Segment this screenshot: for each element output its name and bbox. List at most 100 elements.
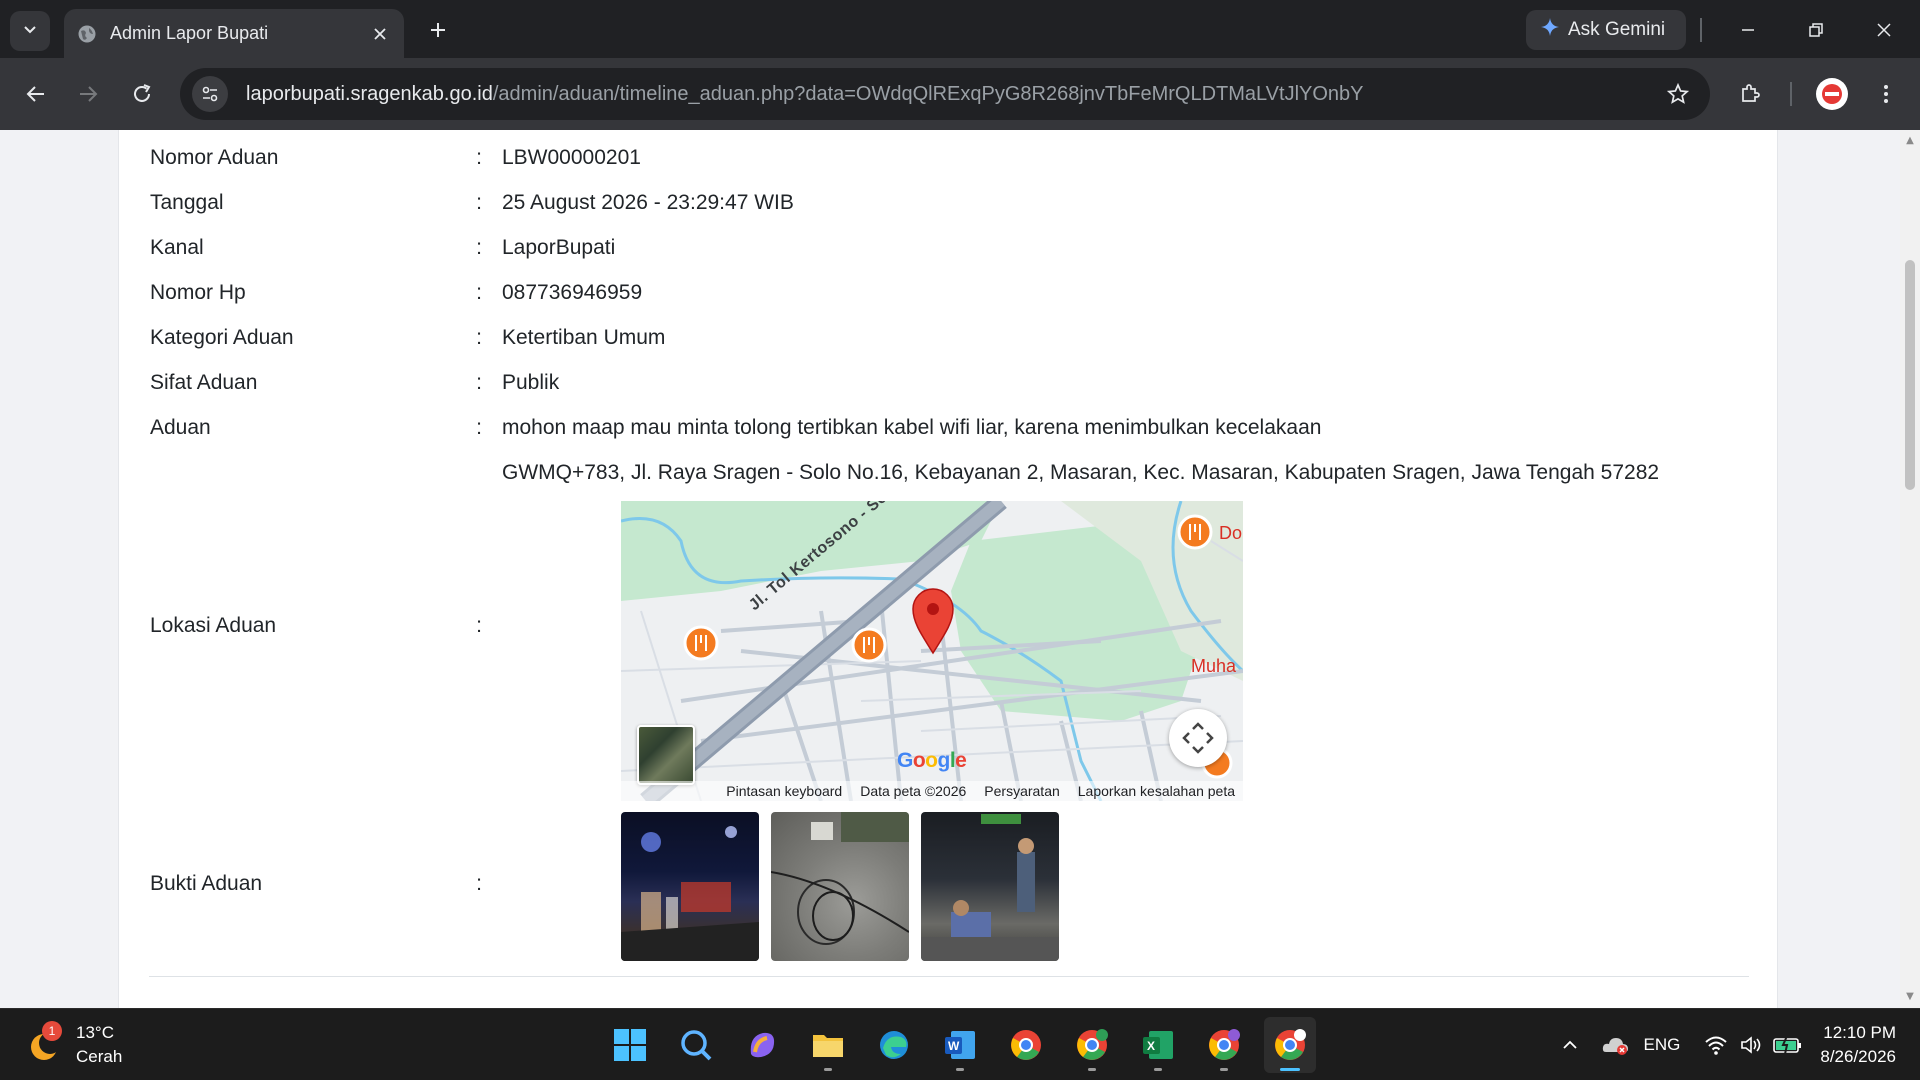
copilot-button[interactable] [736, 1017, 788, 1073]
close-tab-icon[interactable] [366, 20, 394, 48]
detail-value: 087736946959 [502, 281, 643, 304]
satellite-toggle-button[interactable] [637, 725, 695, 785]
active-indicator [1280, 1068, 1300, 1071]
chrome-profile-button[interactable] [1066, 1017, 1118, 1073]
minimize-button[interactable] [1720, 10, 1776, 50]
separator [1790, 82, 1792, 106]
arrow-left-icon [26, 86, 44, 102]
chrome-profile-button[interactable] [1198, 1017, 1250, 1073]
detail-label: Lokasi Aduan [150, 614, 277, 637]
detail-label: Aduan [150, 416, 211, 439]
weather-temperature: 13°C [76, 1023, 114, 1042]
onedrive-icon[interactable] [1598, 1027, 1634, 1063]
restore-icon [1809, 23, 1823, 37]
file-explorer-button[interactable] [802, 1017, 854, 1073]
evidence-photo[interactable] [921, 812, 1059, 961]
avatar-icon [1822, 84, 1842, 104]
chevron-up-icon [1562, 1040, 1577, 1049]
system-clock[interactable]: 12:10 PM 8/26/2026 [1820, 1021, 1896, 1069]
map-camera-control-button[interactable] [1169, 709, 1227, 767]
wifi-icon[interactable] [1698, 1027, 1734, 1063]
map-poi-label: Do [1219, 523, 1243, 543]
detail-value: LBW00000201 [502, 146, 641, 169]
svg-text:W: W [948, 1039, 960, 1053]
report-map-error-link[interactable]: Laporkan kesalahan peta [1078, 783, 1235, 799]
evidence-photo[interactable] [771, 812, 909, 961]
battery-icon[interactable] [1770, 1027, 1806, 1063]
url-path: /admin/aduan/timeline_aduan.php?data=OWd… [492, 82, 1364, 105]
detail-value: Publik [502, 371, 560, 394]
google-logo: Google [897, 749, 967, 772]
weather-widget[interactable]: 1 13°C Cerah [28, 1021, 122, 1069]
ask-gemini-label: Ask Gemini [1568, 19, 1666, 40]
system-tray: ENG 12:10 PM 8/26/2026 [1552, 1009, 1920, 1080]
search-button[interactable] [670, 1017, 722, 1073]
detail-label: Bukti Aduan [150, 872, 263, 895]
clock-date: 8/26/2026 [1820, 1047, 1896, 1066]
svg-text:X: X [1147, 1039, 1155, 1053]
close-window-button[interactable] [1856, 10, 1912, 50]
clock-time: 12:10 PM [1823, 1023, 1896, 1042]
address-bar[interactable]: laporbupati.sragenkab.go.id/admin/aduan/… [180, 68, 1710, 120]
detail-colon: : [476, 326, 482, 349]
detail-colon: : [476, 371, 482, 394]
site-info-icon[interactable] [192, 76, 228, 112]
volume-icon[interactable] [1734, 1027, 1770, 1063]
scrollbar-thumb[interactable] [1905, 260, 1915, 490]
bookmark-star-icon[interactable] [1658, 74, 1698, 114]
restaurant-marker [851, 627, 887, 663]
minimize-icon [1742, 29, 1754, 31]
chrome-menu-button[interactable] [1866, 74, 1906, 114]
chrome-profile-icon [1209, 1029, 1240, 1060]
ask-gemini-button[interactable]: Ask Gemini [1526, 10, 1686, 50]
evidence-photo-cables [771, 812, 909, 945]
profile-avatar[interactable] [1816, 78, 1848, 110]
running-indicator [824, 1068, 832, 1071]
running-indicator [956, 1068, 964, 1071]
search-icon [681, 1030, 712, 1061]
terms-link[interactable]: Persyaratan [984, 783, 1059, 799]
keyboard-shortcuts-link[interactable]: Pintasan keyboard [726, 783, 842, 799]
reload-button[interactable] [122, 74, 162, 114]
start-button[interactable] [604, 1017, 656, 1073]
separator [1700, 18, 1702, 42]
url-host: laporbupati.sragenkab.go.id [246, 82, 493, 105]
new-tab-button[interactable] [422, 14, 454, 46]
folder-icon [813, 1035, 843, 1057]
detail-label: Kanal [150, 236, 204, 259]
tab-search-button[interactable] [10, 11, 50, 51]
url-text[interactable]: laporbupati.sragenkab.go.id/admin/aduan/… [246, 83, 1658, 106]
section-divider [149, 976, 1749, 977]
excel-button[interactable]: X [1132, 1017, 1184, 1073]
windows-logo-icon [614, 1029, 646, 1061]
word-button[interactable]: W [934, 1017, 986, 1073]
restore-button[interactable] [1788, 10, 1844, 50]
location-map[interactable]: Jl. Tol Kertosono - Solo Do Muha Google … [621, 501, 1243, 801]
show-hidden-icons-button[interactable] [1552, 1027, 1588, 1063]
active-tab[interactable]: Admin Lapor Bupati [64, 9, 404, 58]
detail-colon: : [476, 416, 482, 439]
evidence-photo[interactable] [621, 812, 759, 961]
forward-button[interactable] [68, 74, 108, 114]
detail-colon: : [476, 146, 482, 169]
page-scrollbar[interactable]: ▲ ▼ [1900, 130, 1920, 1008]
browser-tab-bar: Admin Lapor Bupati Ask Gemini [0, 0, 1920, 58]
running-indicator [1220, 1068, 1228, 1071]
detail-colon: : [476, 191, 482, 214]
chrome-icon [1275, 1029, 1306, 1060]
copilot-icon [750, 1032, 775, 1058]
puzzle-icon [1742, 84, 1760, 102]
chrome-button[interactable] [1000, 1017, 1052, 1073]
edge-icon [880, 1031, 908, 1059]
edge-button[interactable] [868, 1017, 920, 1073]
scroll-up-arrow-icon[interactable]: ▲ [1904, 136, 1916, 146]
scroll-down-arrow-icon[interactable]: ▼ [1904, 992, 1916, 1002]
chrome-active-button[interactable] [1264, 1017, 1316, 1073]
map-poi-label: Muha [1191, 656, 1237, 676]
input-language[interactable]: ENG [1644, 1035, 1681, 1055]
back-button[interactable] [16, 74, 56, 114]
detail-value: mohon maap mau minta tolong tertibkan ka… [502, 416, 1322, 439]
word-icon: W [945, 1031, 975, 1059]
notification-badge: 1 [42, 1021, 62, 1041]
extensions-button[interactable] [1730, 74, 1770, 114]
